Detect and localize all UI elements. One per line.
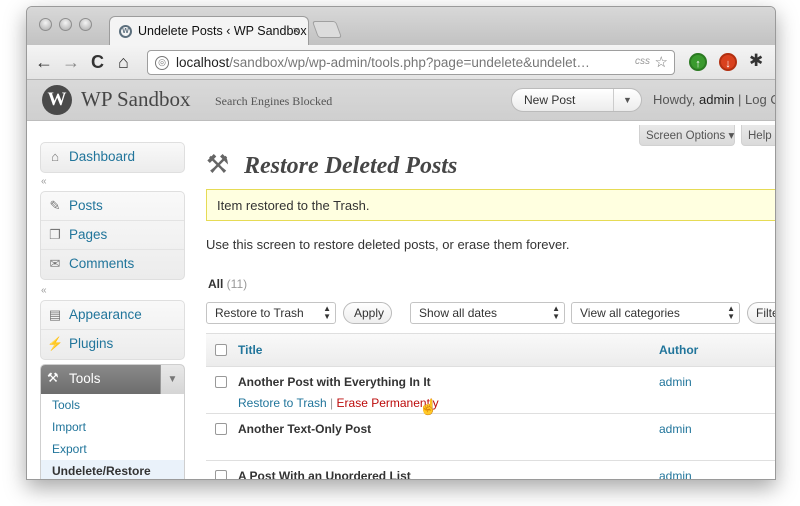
post-title[interactable]: A Post With an Unordered List [238,469,411,479]
filter-all-link[interactable]: All [208,277,223,291]
chevron-down-icon[interactable]: ▼ [160,365,184,394]
updated-notice: Item restored to the Trash. [206,189,775,221]
date-filter-select[interactable]: Show all dates ▲ ▼ [410,302,565,324]
bulk-action-select[interactable]: Restore to Trash ▲ ▼ [206,302,336,324]
select-all-checkbox[interactable] [215,344,227,356]
minimize-window-button[interactable] [59,18,72,31]
appearance-icon: ▤ [48,307,62,322]
apply-button[interactable]: Apply [343,302,392,324]
menu-group-appearance: ▤ Appearance ⚡ Plugins [40,300,185,360]
help-button[interactable]: Help ▾ [741,125,775,146]
select-arrows-icon: ▲ ▼ [727,304,735,321]
table-row: Another Text-Only Post admin [206,414,775,461]
menu-separator-collapse-icon[interactable]: « [41,176,47,187]
wrench-menu-icon[interactable]: ✱ [749,51,763,71]
submenu-item-export[interactable]: Export [41,438,184,460]
main-content: Screen Options ▾ Help ▾ ⚒ Restore Delete… [206,121,775,479]
select-arrows-icon: ▲ ▼ [552,304,560,321]
bookmark-star-icon[interactable]: ☆ [655,53,668,71]
table-header: Title Author [206,334,775,367]
column-author-header[interactable]: Author [659,343,698,357]
pin-icon: ✎ [49,198,61,213]
new-post-link[interactable]: New Post [524,93,575,107]
page-intro-text: Use this screen to restore deleted posts… [206,237,570,252]
sidebar-item-appearance[interactable]: ▤ Appearance [41,301,184,330]
post-title[interactable]: Another Text-Only Post [238,422,371,436]
post-author[interactable]: admin [659,375,692,389]
screen-options-button[interactable]: Screen Options ▾ [639,125,735,146]
tab-close-icon[interactable]: × [292,23,300,38]
row-checkbox[interactable] [215,423,227,435]
sidebar-item-pages[interactable]: ❐ Pages [41,221,184,250]
submenu-item-undelete-restore[interactable]: Undelete/Restore [41,460,184,479]
browser-window: W Undelete Posts ‹ WP Sandbox — ... × ← … [26,6,776,480]
wordpress-favicon-icon: W [119,25,132,38]
logout-link[interactable]: | Log O [734,92,775,107]
submenu-item-import[interactable]: Import [41,416,184,438]
table-row: Another Post with Everything In It admin… [206,367,775,414]
post-author[interactable]: admin [659,422,692,436]
posts-table: Title Author Another Post with Everythin… [206,333,775,479]
browser-toolbar: ← → C ⌂ ◎ localhost/sandbox/wp/wp-admin/… [27,45,775,80]
extension-red-icon[interactable]: ↓ [719,53,737,71]
sidebar-item-posts[interactable]: ✎ Posts [41,192,184,221]
user-greeting: Howdy, admin | Log O [653,92,775,107]
pages-icon: ❐ [49,227,61,242]
extension-green-icon[interactable]: ↑ [689,53,707,71]
tools-page-icon: ⚒ [206,149,230,179]
menu-group-dashboard: ⌂ Dashboard [40,142,185,173]
menu-group-tools: ⚒ Tools ▼ Tools Import Export Undelete/R… [40,364,185,479]
browser-tab[interactable]: W Undelete Posts ‹ WP Sandbox — ... × [109,16,309,45]
sidebar-item-comments[interactable]: ✉ Comments [41,250,184,279]
wordpress-logo-icon: W [42,85,72,115]
table-row: A Post With an Unordered List admin [206,461,775,479]
url-path: /sandbox/wp/wp-admin/tools.php?page=unde… [229,55,590,70]
restore-to-trash-link[interactable]: Restore to Trash [238,396,327,410]
category-filter-select[interactable]: View all categories ▲ ▼ [571,302,740,324]
address-bar[interactable]: ◎ localhost/sandbox/wp/wp-admin/tools.ph… [147,50,675,75]
admin-sidebar: ⌂ Dashboard « ✎ Posts ❐ Pages ✉ Comments… [27,121,192,479]
row-checkbox[interactable] [215,376,227,388]
forward-icon[interactable]: → [62,51,80,73]
css-badge[interactable]: css [635,56,650,67]
tab-strip: W Undelete Posts ‹ WP Sandbox — ... × [27,7,775,45]
chevron-down-icon[interactable]: ▼ [613,89,641,111]
menu-group-content: ✎ Posts ❐ Pages ✉ Comments [40,191,185,280]
site-title[interactable]: WP Sandbox [81,87,190,112]
home-icon[interactable]: ⌂ [118,51,129,73]
plugins-icon: ⚡ [47,336,64,351]
post-author[interactable]: admin [659,469,692,479]
select-arrows-icon: ▲ ▼ [323,304,331,321]
wp-admin-header: W WP Sandbox Search Engines Blocked New … [27,80,775,121]
filter-button[interactable]: Filter [747,302,775,324]
sidebar-item-dashboard[interactable]: ⌂ Dashboard [41,143,184,172]
close-window-button[interactable] [39,18,52,31]
page-title: Restore Deleted Posts [244,153,458,179]
url-host: localhost [176,55,230,70]
zoom-window-button[interactable] [79,18,92,31]
site-visibility-status[interactable]: Search Engines Blocked [215,94,332,109]
tab-title: Undelete Posts ‹ WP Sandbox — ... [138,24,308,38]
sidebar-item-plugins[interactable]: ⚡ Plugins [41,330,184,359]
favorite-actions[interactable]: New Post ▼ [511,88,642,112]
filter-all-count: (11) [223,277,248,291]
tools-icon: ⚒ [47,370,59,385]
column-title-header[interactable]: Title [238,343,262,357]
back-icon[interactable]: ← [35,51,53,73]
user-profile-link[interactable]: admin [699,92,734,107]
dashboard-icon: ⌂ [51,149,59,164]
new-tab-button[interactable] [311,21,343,38]
status-filter: All (11) [208,277,247,291]
row-checkbox[interactable] [215,470,227,479]
menu-separator-collapse-icon[interactable]: « [41,285,47,296]
hand-cursor-icon: ☝ [419,399,438,416]
submenu-item-tools[interactable]: Tools [41,394,184,416]
sidebar-item-tools[interactable]: ⚒ Tools ▼ [41,365,184,394]
globe-icon: ◎ [155,56,169,70]
reload-icon[interactable]: C [91,51,104,73]
comments-icon: ✉ [49,256,61,271]
row-actions: Restore to Trash | Erase Permanently [238,396,439,410]
post-title[interactable]: Another Post with Everything In It [238,375,431,389]
